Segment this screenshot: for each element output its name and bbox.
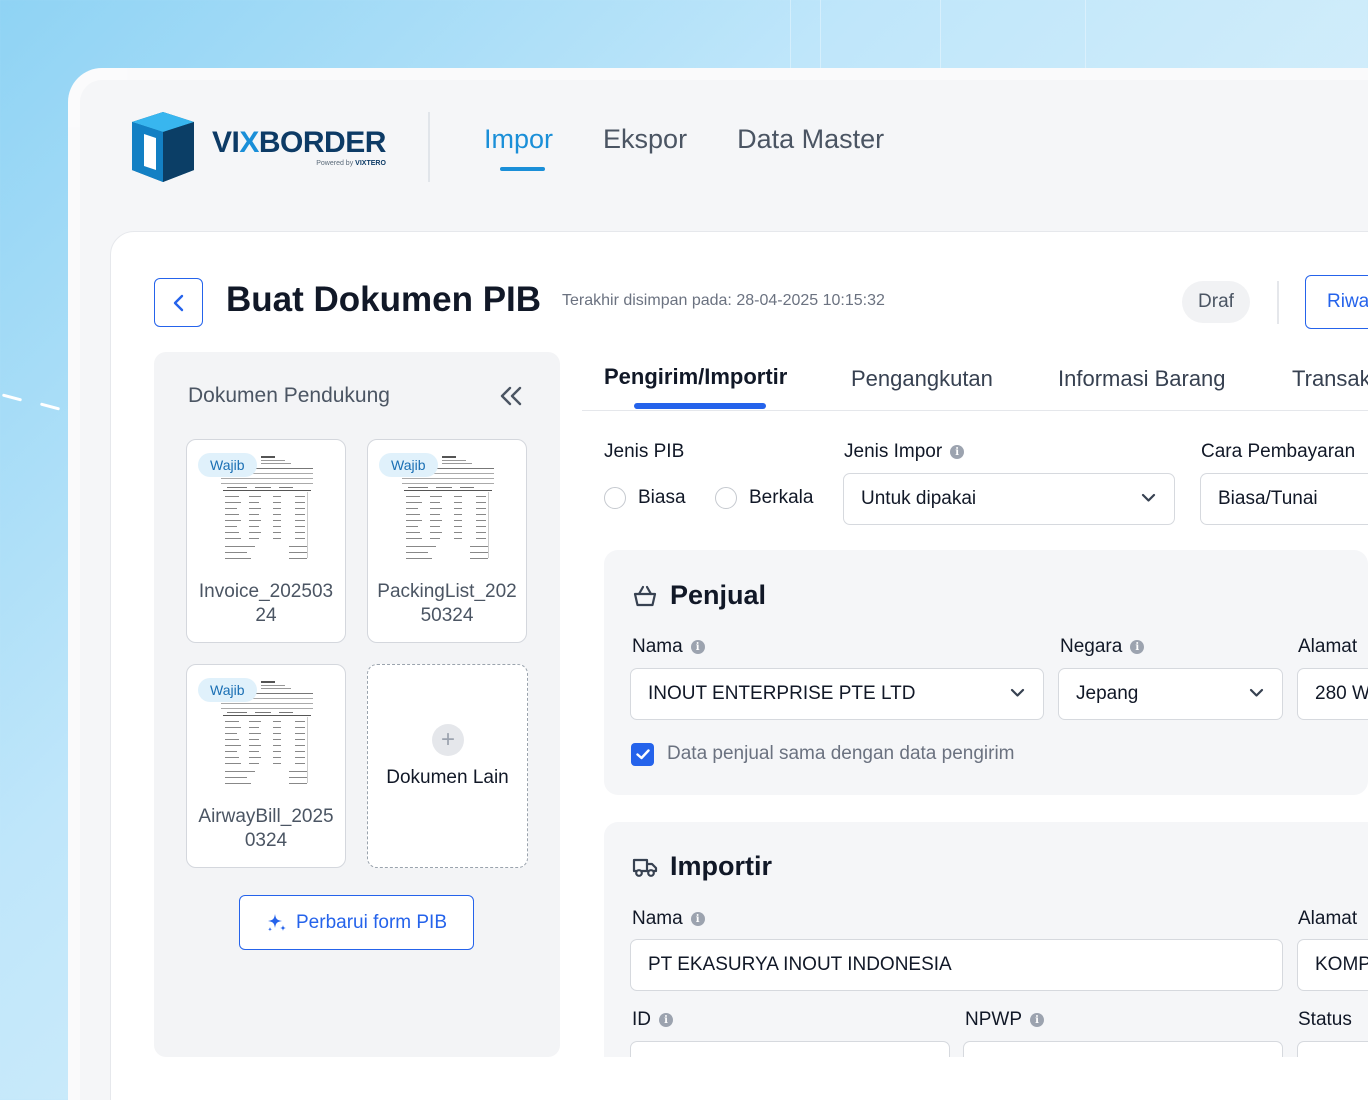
main-nav: Impor Ekspor Data Master xyxy=(484,124,884,171)
penjual-negara-select[interactable]: Jepang xyxy=(1058,668,1283,720)
cara-pembayaran-label: Cara Pembayaran xyxy=(1201,441,1356,462)
penjual-negara-value: Jepang xyxy=(1076,683,1139,704)
chevron-left-icon xyxy=(173,294,183,311)
update-button-label: Perbarui form PIB xyxy=(296,911,447,933)
importir-id-label: ID i xyxy=(632,1009,673,1031)
chevron-down-icon xyxy=(1249,688,1264,697)
add-other-document-card[interactable]: + Dokumen Lain xyxy=(367,664,528,868)
background-dash xyxy=(1,393,23,402)
required-badge: Wajib xyxy=(198,678,257,702)
update-pib-form-button[interactable]: Perbarui form PIB xyxy=(239,895,474,950)
penjual-nama-value: INOUT ENTERPRISE PTE LTD xyxy=(648,683,916,704)
document-name: PackingList_20250324 xyxy=(377,581,517,626)
info-icon[interactable]: i xyxy=(690,912,705,926)
page-title: Buat Dokumen PIB xyxy=(226,280,542,319)
checkmark-icon xyxy=(635,749,650,760)
side-panel-title: Dokumen Pendukung xyxy=(188,384,390,407)
collapse-double-chevron-icon[interactable] xyxy=(498,385,524,407)
radio-berkala[interactable]: Berkala xyxy=(715,487,813,509)
radio-label: Berkala xyxy=(749,487,814,508)
penjual-alamat-value: 280 W xyxy=(1315,683,1368,704)
tab-pengirim-importir[interactable]: Pengirim/Importir xyxy=(604,364,787,390)
radio-biasa[interactable]: Biasa xyxy=(604,487,686,509)
importir-nama-value: PT EKASURYA INOUT INDONESIA xyxy=(648,954,952,975)
info-icon[interactable]: i xyxy=(950,445,965,459)
radio-circle xyxy=(715,487,737,509)
same-as-sender-label: Data penjual sama dengan data pengirim xyxy=(667,743,1015,764)
importir-alamat-input[interactable]: KOMP xyxy=(1297,939,1368,991)
importir-alamat-label: Alamat xyxy=(1298,908,1358,929)
tab-pengangkutan[interactable]: Pengangkutan xyxy=(851,366,993,392)
jenis-impor-label: Jenis Impor i xyxy=(844,441,965,463)
jenis-impor-value: Untuk dipakai xyxy=(861,488,977,509)
jenis-impor-select[interactable]: Untuk dipakai xyxy=(843,473,1175,525)
vixborder-logo[interactable]: VIXBORDER Powered by VIXTERO xyxy=(132,112,386,182)
logo-wordmark: VIXBORDER xyxy=(212,125,386,159)
nav-impor[interactable]: Impor xyxy=(484,124,553,171)
importir-alamat-value: KOMP xyxy=(1315,954,1368,975)
plus-icon: + xyxy=(432,724,464,756)
penjual-title: Penjual xyxy=(632,580,766,611)
info-icon[interactable]: i xyxy=(659,1013,673,1027)
jenis-pib-label: Jenis PIB xyxy=(604,441,685,462)
document-name: AirwayBill_20250324 xyxy=(198,806,334,851)
background-line xyxy=(940,0,941,68)
info-icon[interactable]: i xyxy=(1130,640,1145,654)
cara-pembayaran-value: Biasa/Tunai xyxy=(1218,488,1318,509)
truck-icon xyxy=(632,858,658,877)
info-icon[interactable]: i xyxy=(1030,1013,1044,1027)
document-card-airwaybill[interactable]: Wajib AirwayBill_20250324 xyxy=(186,664,346,868)
penjual-alamat-input[interactable]: 280 W xyxy=(1297,668,1368,720)
basket-icon xyxy=(633,585,657,606)
penjual-nama-label: Nama i xyxy=(632,636,705,658)
nav-ekspor[interactable]: Ekspor xyxy=(603,124,687,171)
importir-id-input[interactable] xyxy=(630,1041,950,1057)
cara-pembayaran-select[interactable]: Biasa/Tunai xyxy=(1200,473,1368,525)
penjual-negara-label: Negara i xyxy=(1060,636,1145,658)
required-badge: Wajib xyxy=(379,453,438,477)
importir-npwp-input[interactable] xyxy=(963,1041,1283,1057)
importir-status-input[interactable] xyxy=(1297,1041,1368,1057)
importir-nama-input[interactable]: PT EKASURYA INOUT INDONESIA xyxy=(630,939,1283,991)
tab-transaksi[interactable]: Transak xyxy=(1292,366,1368,392)
importir-npwp-label: NPWP i xyxy=(965,1009,1044,1031)
background-dash xyxy=(39,402,61,411)
active-tab-indicator xyxy=(634,403,766,409)
radio-label: Biasa xyxy=(638,487,686,508)
document-card-invoice[interactable]: Wajib Invoice_20250324 xyxy=(186,439,346,643)
required-badge: Wajib xyxy=(198,453,257,477)
background-line xyxy=(790,0,791,68)
tab-informasi-barang[interactable]: Informasi Barang xyxy=(1058,366,1226,392)
background-line xyxy=(820,0,821,68)
penjual-nama-select[interactable]: INOUT ENTERPRISE PTE LTD xyxy=(630,668,1044,720)
radio-circle xyxy=(604,487,626,509)
last-saved-text: Terakhir disimpan pada: 28-04-2025 10:15… xyxy=(562,292,885,309)
header-divider xyxy=(428,112,430,182)
add-document-label: Dokumen Lain xyxy=(386,767,509,788)
document-card-packinglist[interactable]: Wajib PackingList_20250324 xyxy=(367,439,527,643)
history-button[interactable]: Riwa xyxy=(1305,275,1368,329)
chevron-down-icon xyxy=(1010,688,1025,697)
cube-logo-icon xyxy=(132,112,194,182)
penjual-alamat-label: Alamat xyxy=(1298,636,1358,657)
importir-status-label: Status xyxy=(1298,1009,1352,1030)
nav-data-master[interactable]: Data Master xyxy=(737,124,884,171)
chevron-down-icon xyxy=(1141,493,1156,502)
logo-powered-by: Powered by VIXTERO xyxy=(316,159,386,167)
toolbar-divider xyxy=(1277,281,1279,324)
info-icon[interactable]: i xyxy=(690,640,705,654)
importir-title: Importir xyxy=(632,851,772,882)
document-name: Invoice_20250324 xyxy=(198,581,334,626)
background-line xyxy=(1085,0,1086,68)
same-as-sender-checkbox[interactable] xyxy=(631,743,654,766)
importir-nama-label: Nama i xyxy=(632,908,705,930)
status-badge: Draf xyxy=(1182,281,1250,323)
sparkle-icon xyxy=(268,913,286,931)
back-button[interactable] xyxy=(154,278,203,327)
